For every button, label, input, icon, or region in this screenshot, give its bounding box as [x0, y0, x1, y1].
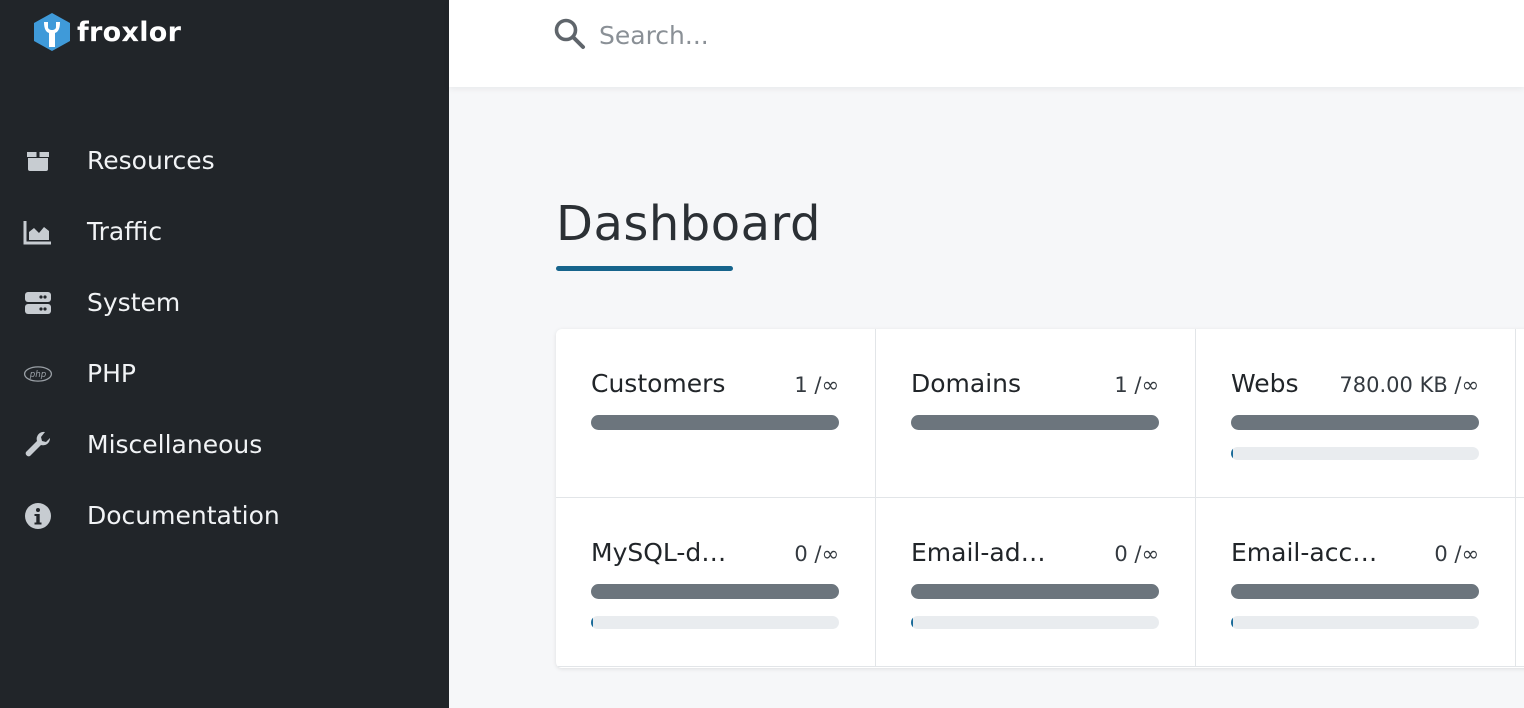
sidebar-item-label: Miscellaneous: [87, 430, 263, 459]
card-partial: [1516, 498, 1524, 667]
card-customers: Customers 1 /∞: [556, 329, 876, 498]
box-icon: [23, 146, 53, 176]
card-label: MySQL-d…: [591, 538, 727, 567]
progress-bar: [1231, 415, 1479, 430]
sidebar-item-label: System: [87, 288, 181, 317]
card-value: 1 /∞: [794, 373, 839, 397]
sidebar-item-php[interactable]: php PHP: [0, 338, 449, 409]
progress-bar: [1231, 584, 1479, 599]
card-value: 780.00 KB /∞: [1339, 373, 1479, 397]
progress-bar: [591, 415, 839, 430]
card-label: Email-acc…: [1231, 538, 1378, 567]
area-chart-icon: [23, 217, 53, 247]
usage-bar: [1231, 447, 1479, 460]
card-value: 0 /∞: [1434, 542, 1479, 566]
wrench-icon: [23, 430, 53, 460]
server-icon: [23, 288, 53, 318]
sidebar-item-label: PHP: [87, 359, 136, 388]
usage-bar-fill: [1231, 616, 1234, 629]
brand-name: froxlor: [77, 16, 182, 48]
card-value: 0 /∞: [794, 542, 839, 566]
page-title: Dashboard: [556, 196, 821, 252]
froxlor-logo-icon: [34, 13, 70, 51]
usage-bar: [1231, 616, 1479, 629]
php-icon: php: [23, 359, 53, 389]
usage-bar-fill: [591, 616, 594, 629]
sidebar-item-label: Traffic: [87, 217, 163, 246]
sidebar-item-label: Resources: [87, 146, 215, 175]
svg-text:php: php: [29, 370, 47, 380]
usage-bar-fill: [911, 616, 914, 629]
sidebar-item-documentation[interactable]: Documentation: [0, 480, 449, 551]
card-email-accounts: Email-acc… 0 /∞: [1196, 498, 1516, 667]
sidebar-item-label: Documentation: [87, 501, 280, 530]
sidebar-nav: Resources Traffic System php PHP Miscell…: [0, 125, 449, 551]
search-input[interactable]: [599, 12, 1199, 58]
progress-bar: [591, 584, 839, 599]
search-icon: [553, 17, 587, 51]
card-value: 1 /∞: [1114, 373, 1159, 397]
sidebar-item-system[interactable]: System: [0, 267, 449, 338]
card-label: Domains: [911, 369, 1022, 398]
title-underline: [556, 266, 733, 271]
sidebar-item-resources[interactable]: Resources: [0, 125, 449, 196]
card-value: 0 /∞: [1114, 542, 1159, 566]
card-webs: Webs 780.00 KB /∞: [1196, 329, 1516, 498]
info-circle-icon: [23, 501, 53, 531]
card-partial: [1516, 329, 1524, 498]
card-mysql-databases: MySQL-d… 0 /∞: [556, 498, 876, 667]
progress-bar: [911, 415, 1159, 430]
usage-bar-fill: [1231, 447, 1234, 460]
card-domains: Domains 1 /∞: [876, 329, 1196, 498]
card-label: Customers: [591, 369, 726, 398]
usage-bar: [911, 616, 1159, 629]
usage-bar: [591, 616, 839, 629]
card-label: Email-ad…: [911, 538, 1046, 567]
card-label: Webs: [1231, 369, 1299, 398]
card-email-addresses: Email-ad… 0 /∞: [876, 498, 1196, 667]
top-bar: [449, 0, 1524, 87]
sidebar: froxlor Resources Traffic System php PHP: [0, 0, 449, 708]
progress-bar: [911, 584, 1159, 599]
resource-cards: Customers 1 /∞ Domains 1 /∞ Webs 780.00 …: [556, 329, 1524, 668]
sidebar-item-miscellaneous[interactable]: Miscellaneous: [0, 409, 449, 480]
sidebar-item-traffic[interactable]: Traffic: [0, 196, 449, 267]
froxlor-logo[interactable]: froxlor: [30, 11, 181, 53]
